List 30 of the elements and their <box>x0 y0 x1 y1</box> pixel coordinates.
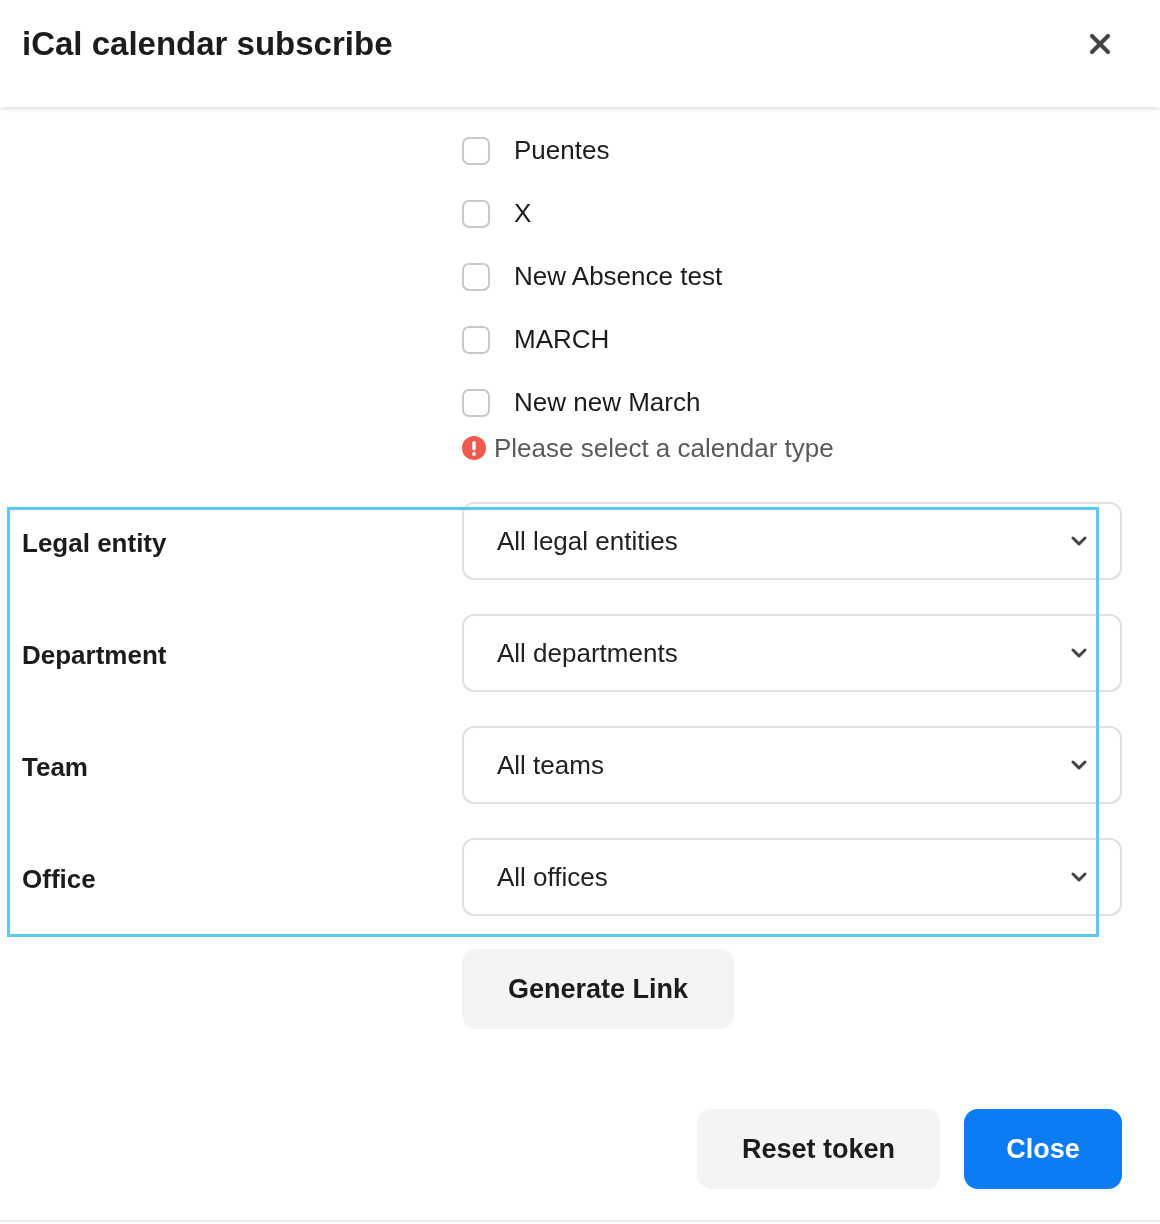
chevron-down-icon <box>1071 648 1087 658</box>
dropdown[interactable]: All legal entities <box>462 502 1122 580</box>
filter-label: Legal entity <box>22 526 168 559</box>
primary-button[interactable]: Close <box>964 1109 1122 1189</box>
secondary-button[interactable]: Reset token <box>697 1109 940 1189</box>
checkbox[interactable] <box>462 262 490 291</box>
chevron-down-icon <box>1071 536 1087 546</box>
checkbox-label: Puentes <box>514 135 610 166</box>
checkbox[interactable] <box>462 325 490 354</box>
close-icon <box>1090 33 1110 54</box>
chevron-down-icon <box>1071 872 1087 882</box>
checkbox-label: New Absence test <box>514 261 723 292</box>
checkbox[interactable] <box>462 136 490 165</box>
error-message: Please select a calendar type <box>494 432 834 464</box>
dialog-title: iCal calendar subscribe <box>22 24 393 64</box>
checkbox-label: New new March <box>514 387 701 418</box>
dropdown[interactable]: All departments <box>462 614 1122 692</box>
filter-label: Department <box>22 638 168 671</box>
dropdown[interactable]: All offices <box>462 838 1122 916</box>
dropdown[interactable]: All teams <box>462 726 1122 804</box>
close-button[interactable] <box>1090 33 1110 54</box>
checkbox[interactable] <box>462 388 490 417</box>
filter-label: Office <box>22 862 97 895</box>
error-icon <box>462 436 486 460</box>
filter-label: Team <box>22 750 89 783</box>
checkbox[interactable] <box>462 199 490 228</box>
checkbox-label: X <box>514 198 532 229</box>
chevron-down-icon <box>1071 760 1087 770</box>
generate-link-button[interactable]: Generate Link <box>462 949 734 1029</box>
checkbox-label: MARCH <box>514 324 610 355</box>
